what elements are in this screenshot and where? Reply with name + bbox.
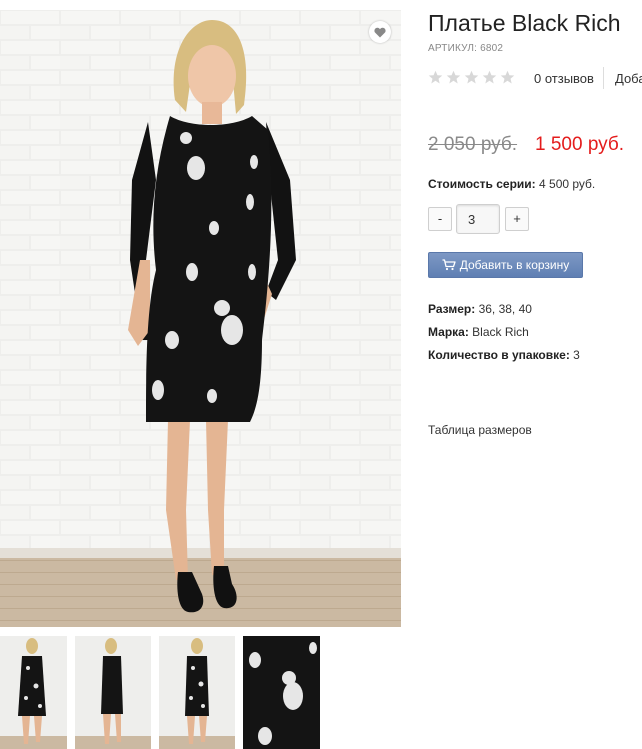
thumbnail-front[interactable] bbox=[0, 636, 67, 749]
quantity-input[interactable] bbox=[456, 204, 500, 234]
property-label: Марка: bbox=[428, 325, 469, 339]
thumbnail-strip bbox=[0, 636, 401, 749]
thumbnail-front-2[interactable] bbox=[159, 636, 235, 749]
property-brand: Марка: Black Rich bbox=[428, 325, 580, 348]
product-photo-image bbox=[0, 10, 401, 627]
property-value: 3 bbox=[573, 348, 580, 362]
property-label: Количество в упаковке: bbox=[428, 348, 570, 362]
quantity-decrease-button[interactable]: - bbox=[428, 207, 452, 231]
star-icon[interactable] bbox=[446, 70, 461, 85]
rating-divider bbox=[603, 67, 604, 89]
size-table-link[interactable]: Таблица размеров bbox=[428, 423, 532, 437]
property-size: Размер: 36, 38, 40 bbox=[428, 302, 580, 325]
series-price: Стоимость серии: 4 500 руб. bbox=[428, 177, 595, 191]
property-pack-quantity: Количество в упаковке: 3 bbox=[428, 348, 580, 371]
add-review-link[interactable]: Добавить отзыв bbox=[615, 71, 642, 86]
star-icon[interactable] bbox=[464, 70, 479, 85]
sku-value: 6802 bbox=[480, 43, 504, 54]
quantity-increase-button[interactable]: + bbox=[505, 207, 529, 231]
product-info: Платье Black Rich АРТИКУЛ: 6802 0 отзыво… bbox=[428, 0, 642, 749]
current-price: 1 500 руб. bbox=[535, 134, 625, 155]
sku-label: АРТИКУЛ: bbox=[428, 43, 478, 54]
property-value: 36, 38, 40 bbox=[478, 302, 532, 316]
reviews-count-link[interactable]: 0 отзывов bbox=[534, 71, 594, 86]
product-sku: АРТИКУЛ: 6802 bbox=[428, 43, 503, 54]
property-label: Размер: bbox=[428, 302, 476, 316]
property-value: Black Rich bbox=[472, 325, 529, 339]
thumbnail-back[interactable] bbox=[75, 636, 151, 749]
series-price-label: Стоимость серии: bbox=[428, 177, 536, 191]
shopping-cart-icon bbox=[442, 259, 456, 271]
product-title: Платье Black Rich bbox=[428, 10, 621, 36]
old-price: 2 050 руб. bbox=[428, 134, 518, 155]
product-main-photo[interactable] bbox=[0, 10, 401, 627]
star-icon[interactable] bbox=[428, 70, 443, 85]
star-icon[interactable] bbox=[482, 70, 497, 85]
add-to-cart-label: Добавить в корзину bbox=[459, 258, 570, 272]
add-to-favorites-button[interactable] bbox=[369, 21, 391, 43]
rating-stars[interactable] bbox=[428, 70, 515, 85]
add-to-cart-button[interactable]: Добавить в корзину bbox=[428, 252, 583, 278]
product-properties: Размер: 36, 38, 40 Марка: Black Rich Кол… bbox=[428, 302, 580, 371]
star-icon[interactable] bbox=[500, 70, 515, 85]
series-price-value: 4 500 руб. bbox=[539, 177, 596, 191]
thumbnail-fabric-detail[interactable] bbox=[243, 636, 320, 749]
heart-icon bbox=[374, 27, 386, 37]
